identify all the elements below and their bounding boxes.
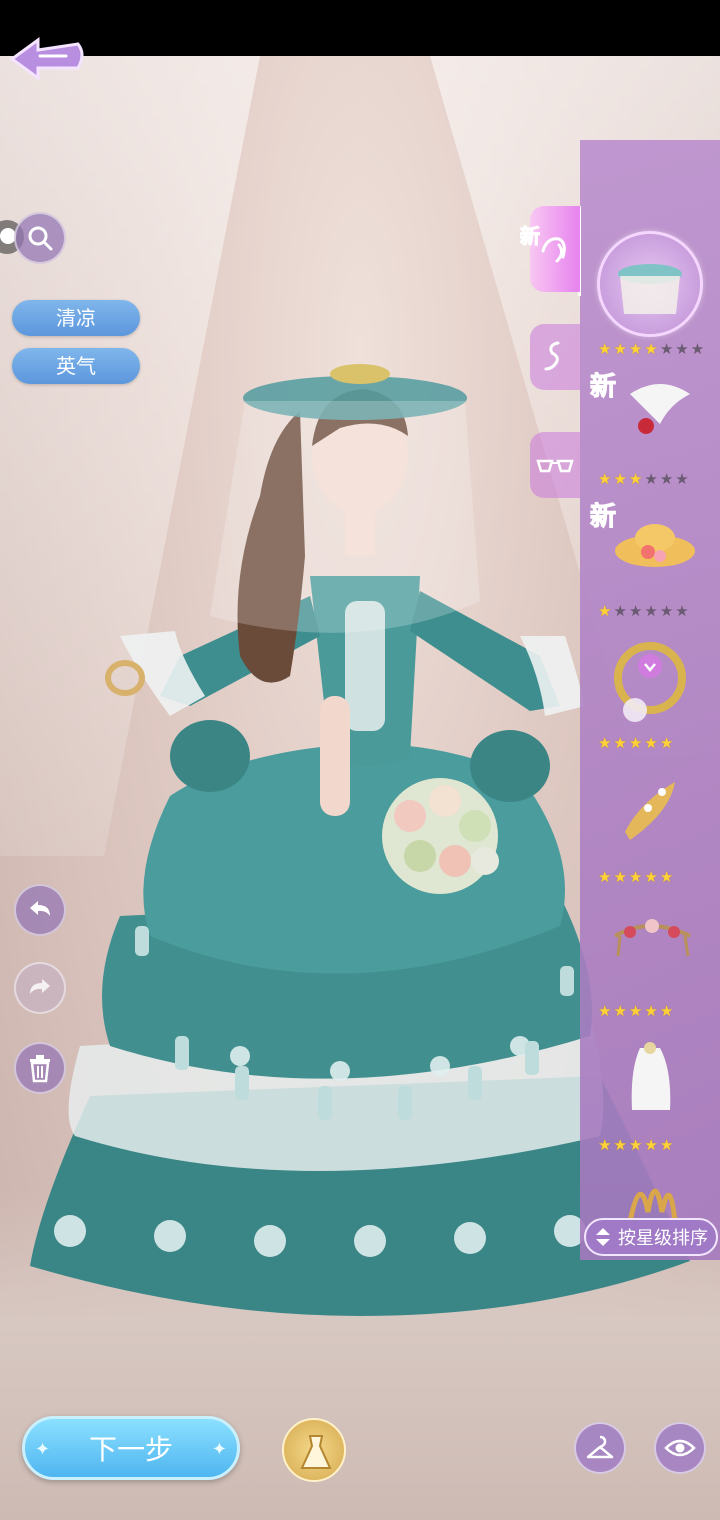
item-bridal-veil[interactable]: ★ ★ ★ ★ ★ [590,1030,710,1160]
item-gold-ornament[interactable] [590,1162,710,1218]
right-skirt-bow [470,730,550,802]
item-floral-tiara[interactable]: ★ ★ ★ ★ ★ [590,896,710,1026]
star-rating: ★ ★ ★ ★ ★ ★ [598,470,689,488]
sort-by-stars-button[interactable]: 按星级排序 [584,1218,718,1256]
bridal-veil-icon [600,1030,700,1130]
sparkle-right-icon: ✦ [211,1439,227,1460]
veiled-hat-icon [600,234,700,334]
status-bar [0,0,720,56]
eye-icon [664,1439,696,1457]
star-rating: ★ ★ ★ ★ ★ ★ [598,602,689,620]
item-gold-leaf-hairclip[interactable]: ★ ★ ★ ★ ★ [590,762,710,892]
filter-tag-cool[interactable]: 清凉 [12,300,140,336]
delete-button[interactable] [14,1042,66,1094]
hair-category-icon [541,237,566,263]
item-gold-crescent-earring[interactable]: ★ ★ ★ ★ ★ [590,628,710,758]
inner-arm [320,696,350,816]
hat-crown [330,364,390,384]
left-skirt-bow [170,720,250,792]
glasses-icon [536,459,574,473]
straw-hat-icon [600,496,700,596]
star-rating: ★ ★ ★ ★ ★ [598,1002,674,1020]
search-icon [28,226,53,251]
filter-tag-heroic[interactable]: 英气 [12,348,140,384]
item-straw-flower-hat[interactable]: 新 ★ ★ ★ ★ ★ ★ [589,496,710,626]
character-button[interactable] [574,1422,626,1474]
search-button[interactable] [14,212,66,264]
next-step-label: 下一步 [88,1433,173,1466]
category-tab-dress[interactable] [530,324,580,390]
sort-icon [596,1228,610,1246]
preview-button[interactable] [654,1422,706,1474]
sparkle-left-icon: ✦ [35,1439,51,1460]
leaf-hairclip-icon [600,762,700,862]
next-step-button[interactable]: ✦ 下一步 ✦ [22,1416,240,1480]
back-arrow-icon [9,37,84,81]
category-tab-hair[interactable]: 新 [520,206,580,292]
trash-icon [30,1055,50,1083]
redo-icon [30,979,50,994]
redo-button[interactable] [14,962,66,1014]
star-rating: ★ ★ ★ ★ ★ [598,1136,674,1154]
hat-veil [210,401,480,633]
undo-button[interactable] [14,884,66,936]
floral-tiara-icon [600,896,700,996]
item-white-feather-hairpin[interactable]: 新 ★ ★ ★ ★ ★ ★ [589,364,710,494]
dress-icon [300,1435,332,1469]
star-rating: ★ ★ ★ ★ ★ [598,734,674,752]
dress-category-icon [544,341,560,371]
undo-icon [30,901,50,916]
outfit-button[interactable] [282,1418,346,1482]
back-button[interactable] [8,30,88,88]
feather-hairpin-icon [600,364,700,464]
item-veiled-hat[interactable]: ★ ★ ★ ★ ★ ★ ★ [590,234,710,364]
star-rating: ★ ★ ★ ★ ★ [598,868,674,886]
category-tab-accessory[interactable] [530,432,580,498]
sort-label: 按星级排序 [618,1228,708,1249]
star-rating: ★ ★ ★ ★ ★ ★ ★ [598,340,705,358]
bracelet [105,660,145,696]
hanger-icon [586,1435,614,1459]
crescent-earring-icon [600,628,700,728]
new-badge: 新 [520,224,541,249]
gold-ornament-icon [600,1162,700,1218]
